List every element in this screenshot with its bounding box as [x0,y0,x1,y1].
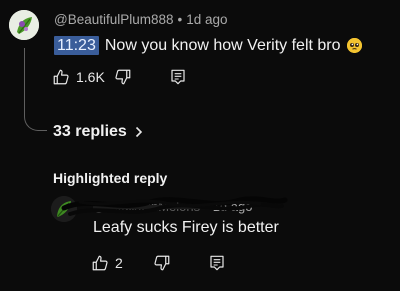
reply-age: 1d ago [212,199,253,214]
thumbs-up-icon [53,69,69,85]
reply-like-button[interactable]: 2 [91,254,123,272]
thumbs-down-icon [154,255,170,271]
replies-count-label: 33 replies [53,123,127,140]
reply-avatar[interactable] [51,196,77,222]
thumbs-down-icon [115,69,131,85]
avatar[interactable] [9,10,39,40]
reply-comment-icon [171,69,185,85]
highlighted-reply-title: Highlighted reply [53,170,168,186]
avatar-plum-icon [9,10,39,40]
reply-dislike-button[interactable] [153,254,171,272]
reply-header: @SkullsOnMelons • 1d ago [93,199,252,214]
separator-dot: • [177,12,183,27]
comment-age: 1d ago [186,12,228,27]
timestamp-link[interactable]: 11:23 [54,36,99,55]
view-replies-button[interactable]: 33 replies [53,123,143,141]
comment-header: @BeautifulPlum888 • 1d ago [54,12,228,27]
pleading-face-icon [346,38,362,53]
avatar-leaf-icon [51,196,77,222]
like-button[interactable]: 1.6K [52,68,105,86]
reply-comment-icon [210,255,224,271]
chevron-right-icon [135,126,142,138]
reply-like-count: 2 [115,255,123,271]
thread-connector [24,48,47,131]
thumbs-up-icon [92,255,108,271]
comment-text: 11:23 Now you know how Verity felt bro [54,36,362,55]
reply-button[interactable] [170,69,186,85]
comment-author[interactable]: @BeautifulPlum888 [54,12,174,27]
reply-reply-button[interactable] [209,255,225,271]
like-count: 1.6K [76,69,105,85]
reply-body: Leafy sucks Firey is better [93,219,279,236]
comment-body: Now you know how Verity felt bro [104,36,341,54]
separator-dot: • [204,199,209,214]
dislike-button[interactable] [114,68,132,86]
reply-author[interactable]: @SkullsOnMelons [93,199,200,214]
